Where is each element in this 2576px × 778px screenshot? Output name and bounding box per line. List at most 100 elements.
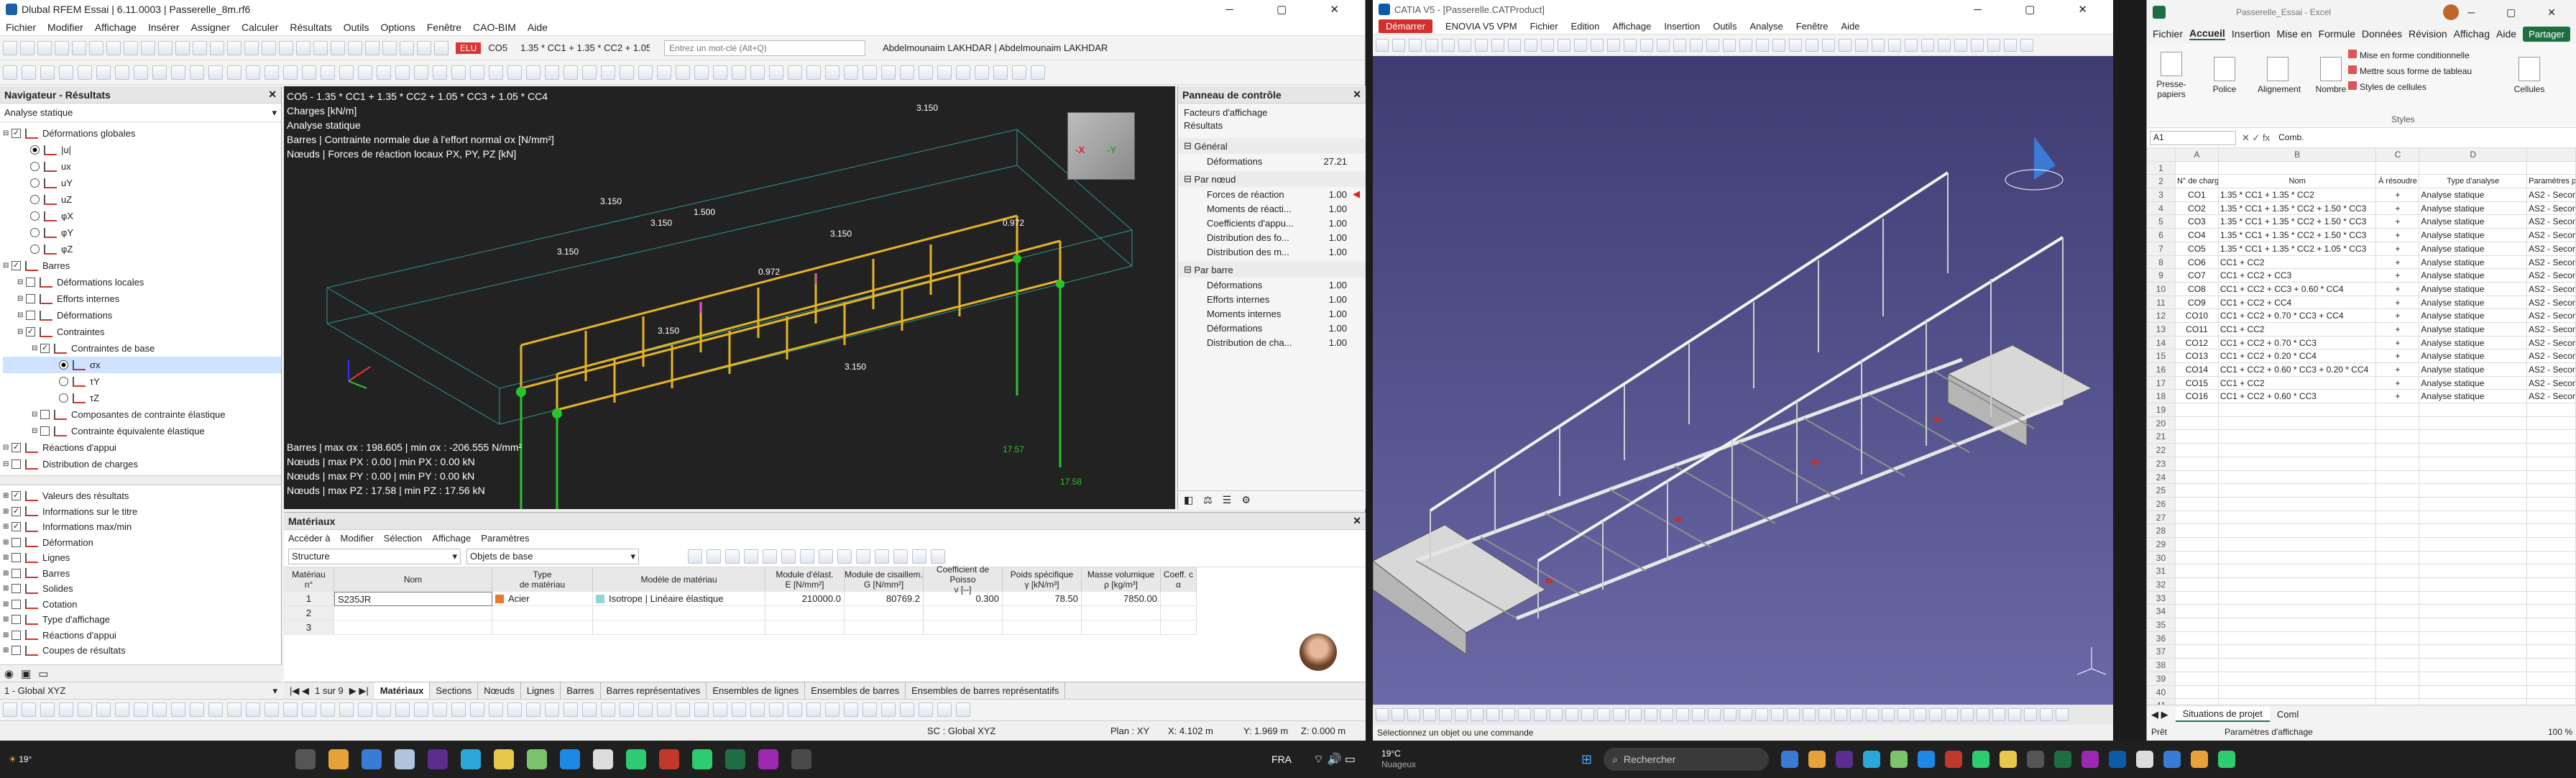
settings-icon[interactable]: ⚙ bbox=[1241, 494, 1251, 506]
checkbox[interactable] bbox=[26, 311, 35, 320]
sheet-cell[interactable] bbox=[2218, 470, 2377, 485]
toolbar-button[interactable] bbox=[788, 65, 802, 80]
table-row[interactable]: 1 S235JR Acier Isotrope | Linéaire élastiqu… bbox=[284, 592, 1366, 606]
sheet-cell[interactable] bbox=[2376, 578, 2420, 592]
assistant-avatar[interactable] bbox=[1300, 633, 1337, 671]
taskbar-app-icon[interactable] bbox=[328, 749, 349, 769]
toolbar-button[interactable] bbox=[545, 65, 559, 80]
nav-display-item[interactable]: ⊞ Déformation bbox=[3, 535, 281, 551]
toolbar-button[interactable] bbox=[451, 703, 466, 717]
toolbar-button[interactable] bbox=[40, 703, 55, 717]
sheet-cell[interactable]: + bbox=[2376, 296, 2420, 310]
nav-item[interactable]: τY bbox=[3, 373, 281, 390]
ribbon-tab[interactable]: Données bbox=[2362, 28, 2402, 40]
sheet-cell[interactable] bbox=[2175, 524, 2219, 538]
sheet-cell[interactable]: CC1 + CC2 + 0.70 * CC3 + CC4 bbox=[2218, 309, 2377, 323]
taskbar-app-icon[interactable] bbox=[2109, 751, 2127, 768]
toolbar-button[interactable] bbox=[1409, 38, 1422, 52]
ruler-icon[interactable]: ▭ bbox=[38, 667, 48, 680]
table-cell[interactable] bbox=[924, 606, 1003, 621]
sheet-cell[interactable] bbox=[2527, 511, 2576, 525]
toolbar-button[interactable] bbox=[2040, 708, 2053, 721]
taskbar-app-icon[interactable] bbox=[428, 749, 448, 769]
radio-button[interactable] bbox=[59, 377, 68, 386]
sheet-cell[interactable] bbox=[2175, 685, 2219, 700]
sheet-cell[interactable] bbox=[2419, 605, 2528, 619]
user-avatar[interactable] bbox=[2443, 4, 2460, 20]
styles-command[interactable]: Mettre sous forme de tableau bbox=[2348, 63, 2472, 79]
sheet-cell[interactable] bbox=[2376, 497, 2420, 511]
sheet-cell[interactable]: AS2 - Second ord bbox=[2527, 390, 2576, 404]
toolbar-button[interactable] bbox=[744, 549, 758, 564]
checkbox[interactable]: ✓ bbox=[12, 506, 21, 516]
toolbar-button[interactable] bbox=[1905, 38, 1918, 52]
row-number[interactable]: 3 bbox=[2147, 188, 2176, 202]
sheet-cell[interactable] bbox=[2376, 416, 2420, 431]
sheet-cell[interactable] bbox=[2419, 645, 2528, 659]
sheet-cell[interactable] bbox=[2218, 605, 2377, 619]
sheet-cell[interactable]: CC1 + CC2 + CC3 + 0.60 * CC4 bbox=[2218, 282, 2377, 296]
toolbar-button[interactable] bbox=[1534, 708, 1547, 721]
expand-icon[interactable]: ⊞ bbox=[3, 646, 12, 654]
toolbar-button[interactable] bbox=[434, 40, 448, 55]
row-number[interactable]: 34 bbox=[2147, 605, 2176, 619]
taskbar-app-icon[interactable] bbox=[593, 749, 613, 769]
toolbar-button[interactable] bbox=[262, 40, 276, 55]
sheet-cell[interactable]: CC1 + CC2 + 0.70 * CC3 bbox=[2218, 336, 2377, 350]
row-number[interactable]: 10 bbox=[2147, 282, 2176, 296]
toolbar-button[interactable] bbox=[433, 703, 447, 717]
toolbar-button[interactable] bbox=[302, 703, 316, 717]
toolbar-button[interactable] bbox=[433, 65, 447, 80]
toolbar-button[interactable] bbox=[844, 65, 858, 80]
checkbox[interactable]: ✓ bbox=[12, 522, 21, 532]
sheet-cell[interactable] bbox=[2376, 591, 2420, 605]
toolbar-button[interactable] bbox=[769, 65, 783, 80]
sheet-tab-active[interactable]: Situations de projet bbox=[2175, 707, 2270, 722]
nav-display-item[interactable]: ⊞ ✓ Informations max/min bbox=[3, 519, 281, 535]
taskbar-app-icon[interactable] bbox=[461, 749, 481, 769]
sheet-cell[interactable]: AS2 - Second ord bbox=[2527, 188, 2576, 202]
toolbar-button[interactable] bbox=[937, 703, 952, 717]
toolbar-button[interactable] bbox=[377, 65, 391, 80]
sheet-cell[interactable] bbox=[2175, 578, 2219, 592]
column-header[interactable]: Module d'élast. E [N/mm²] bbox=[765, 567, 845, 592]
toolbar-button[interactable] bbox=[152, 65, 167, 80]
sheet-cell[interactable] bbox=[2175, 497, 2219, 511]
row-number[interactable]: 2 bbox=[2147, 175, 2176, 189]
toolbar-button[interactable] bbox=[193, 40, 207, 55]
toolbar-button[interactable] bbox=[470, 703, 484, 717]
toolbar-button[interactable] bbox=[152, 703, 167, 717]
sheet-cell[interactable]: CC1 + CC2 + CC4 bbox=[2218, 296, 2377, 310]
ribbon-group[interactable]: Police bbox=[2204, 54, 2245, 94]
ribbon-tab[interactable]: Mise en bbox=[2277, 28, 2312, 40]
toolbar-button[interactable] bbox=[313, 40, 328, 55]
toolbar-button[interactable] bbox=[208, 703, 223, 717]
toolbar-button[interactable] bbox=[769, 703, 783, 717]
toolbar-button[interactable] bbox=[489, 703, 503, 717]
sheet-cell[interactable]: CC1 + CC2 bbox=[2218, 376, 2377, 390]
toolbar-button[interactable] bbox=[1597, 708, 1610, 721]
checkbox[interactable]: ✓ bbox=[40, 344, 50, 353]
toolbar-button[interactable] bbox=[339, 703, 354, 717]
toolbar-button[interactable] bbox=[264, 65, 279, 80]
ribbon-group[interactable]: Presse-papiers bbox=[2151, 49, 2191, 99]
sheet-cell[interactable] bbox=[2527, 444, 2576, 457]
sheet-cell[interactable] bbox=[2419, 403, 2528, 417]
table-cell[interactable] bbox=[334, 606, 492, 621]
sheet-cell[interactable] bbox=[2175, 551, 2219, 565]
toolbar-button[interactable] bbox=[582, 703, 597, 717]
sheet-cell[interactable]: CO6 bbox=[2175, 255, 2219, 270]
sheet-cell[interactable] bbox=[2376, 659, 2420, 672]
toolbar-button[interactable] bbox=[993, 65, 1008, 80]
toolbar-button[interactable] bbox=[78, 65, 92, 80]
section-node[interactable]: ⊟ Par nœud bbox=[1178, 171, 1366, 187]
sheet-cell[interactable] bbox=[2376, 645, 2420, 659]
header-cell[interactable]: Nom bbox=[2218, 175, 2377, 189]
toolbar-button[interactable] bbox=[451, 65, 466, 80]
toolbar-button[interactable] bbox=[210, 40, 224, 55]
taskbar-app-icon[interactable] bbox=[362, 749, 382, 769]
nav-display-item[interactable]: ⊞ Barres bbox=[3, 566, 281, 582]
sheet-cell[interactable]: CC1 + CC2 + CC3 bbox=[2218, 269, 2377, 283]
column-header[interactable]: Nom bbox=[334, 567, 492, 592]
sheet-cell[interactable]: CC1 + CC2 + 0.60 * CC3 bbox=[2218, 390, 2377, 404]
